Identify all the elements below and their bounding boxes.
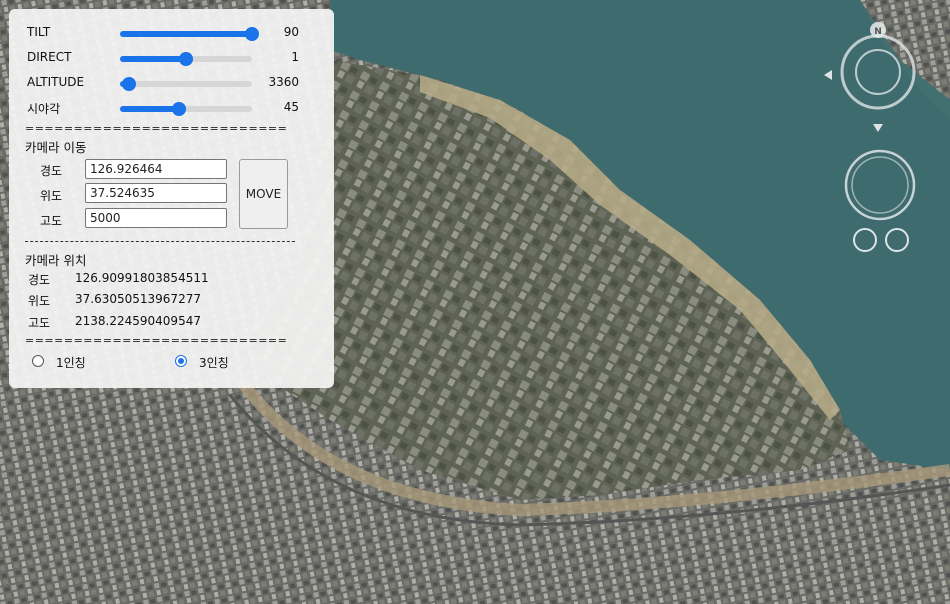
altitude-slider-thumb[interactable] — [122, 77, 137, 91]
camera-position-title: 카메라 위치 — [25, 253, 87, 268]
fov-value: 45 — [283, 100, 299, 114]
fov-slider-row: 시야각 45 — [27, 98, 327, 118]
direct-value: 1 — [291, 50, 299, 64]
move-latitude-input[interactable] — [85, 183, 227, 203]
move-altitude-label: 고도 — [40, 214, 63, 228]
direct-slider[interactable] — [120, 52, 252, 66]
third-person-label[interactable]: 3인칭 — [199, 354, 229, 371]
position-longitude-value: 126.90991803854511 — [75, 271, 209, 285]
first-person-label[interactable]: 1인칭 — [56, 354, 86, 371]
move-latitude-label: 위도 — [40, 189, 63, 203]
zoom-out-icon[interactable] — [885, 228, 909, 252]
direct-label: DIRECT — [27, 50, 72, 64]
zoom-joystick-icon[interactable] — [844, 149, 916, 221]
tilt-slider-row: TILT 90 — [27, 23, 327, 43]
first-person-radio[interactable] — [32, 355, 44, 367]
direct-slider-fill — [120, 56, 186, 62]
move-altitude-input[interactable] — [85, 208, 227, 228]
zoom-in-icon[interactable] — [853, 228, 877, 252]
tilt-slider[interactable] — [120, 27, 259, 41]
position-latitude-label: 위도 — [28, 294, 51, 308]
position-altitude-value: 2138.224590409547 — [75, 314, 201, 328]
altitude-slider-row: ALTITUDE 3360 — [27, 73, 327, 93]
tilt-value: 90 — [283, 25, 299, 39]
fov-slider[interactable] — [120, 102, 252, 116]
move-button[interactable]: MOVE — [239, 159, 288, 229]
direct-slider-row: DIRECT 1 — [27, 48, 327, 68]
compass-letter: N — [874, 27, 882, 37]
camera-control-panel: TILT 90 DIRECT 1 ALTITUDE 3360 시야각 45 ==… — [9, 9, 334, 388]
position-altitude-label: 고도 — [28, 316, 51, 330]
move-longitude-input[interactable] — [85, 159, 227, 179]
navigation-controls: N — [824, 22, 921, 252]
fov-slider-thumb[interactable] — [172, 102, 187, 116]
camera-move-title: 카메라 이동 — [25, 140, 87, 155]
altitude-slider[interactable] — [120, 77, 252, 91]
move-longitude-label: 경도 — [40, 164, 63, 178]
tilt-label: TILT — [27, 25, 51, 39]
altitude-value: 3360 — [268, 75, 299, 89]
direct-slider-thumb[interactable] — [179, 52, 193, 66]
fov-slider-fill — [120, 106, 180, 112]
separator-bottom: =========================== — [25, 334, 288, 347]
position-longitude-label: 경도 — [28, 273, 51, 287]
position-latitude-value: 37.63050513967277 — [75, 292, 201, 306]
fov-label: 시야각 — [27, 102, 61, 116]
tilt-slider-thumb[interactable] — [245, 27, 259, 41]
tilt-slider-fill — [120, 31, 252, 37]
third-person-radio[interactable] — [175, 355, 187, 367]
separator-top: =========================== — [25, 122, 288, 135]
compass-icon[interactable]: N — [824, 22, 921, 132]
separator-dashed — [25, 241, 295, 242]
altitude-label: ALTITUDE — [27, 75, 85, 89]
